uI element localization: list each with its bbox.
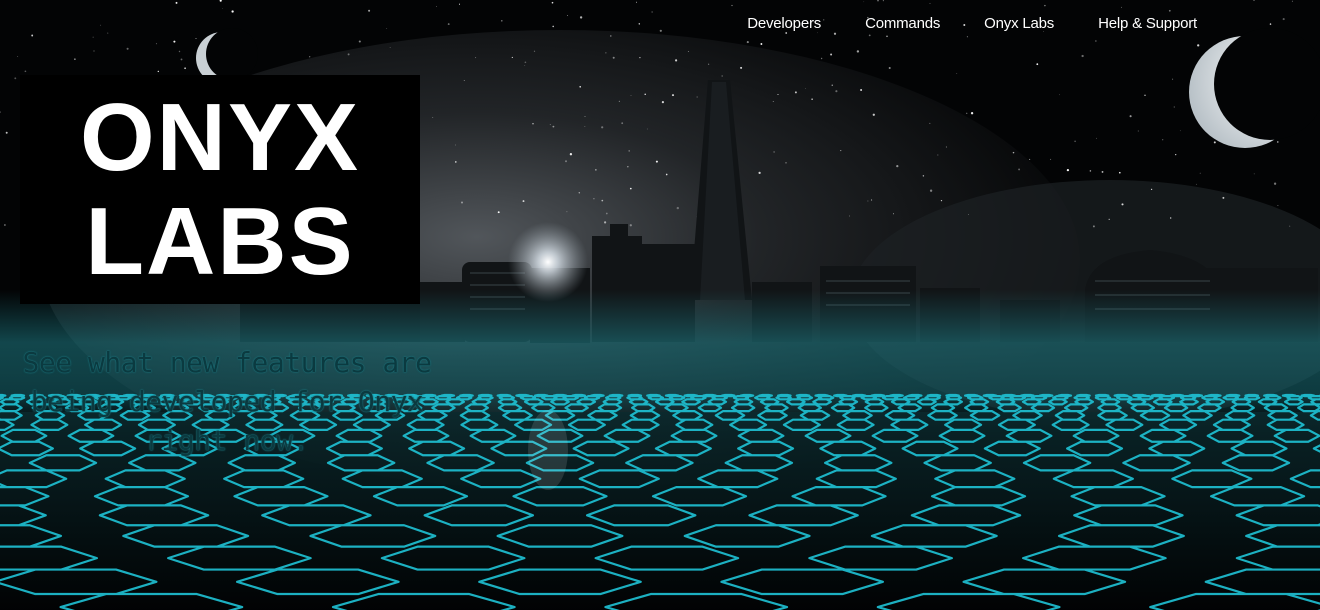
- top-navigation: Developers Commands Onyx Labs Help & Sup…: [747, 14, 1197, 34]
- onyx-labs-page: Developers Commands Onyx Labs Help & Sup…: [0, 0, 1320, 610]
- nav-link-help-support[interactable]: Help & Support: [1098, 14, 1197, 34]
- nav-link-onyx-labs[interactable]: Onyx Labs: [984, 14, 1054, 34]
- hero-tagline: See what new features are being develope…: [22, 346, 432, 457]
- logo-line-onyx: ONYX: [79, 83, 361, 191]
- nav-link-developers[interactable]: Developers: [747, 14, 821, 34]
- logo-line-labs: LABS: [85, 187, 355, 295]
- nav-link-commands[interactable]: Commands: [865, 14, 940, 34]
- site-logo[interactable]: ONYX LABS: [20, 75, 420, 304]
